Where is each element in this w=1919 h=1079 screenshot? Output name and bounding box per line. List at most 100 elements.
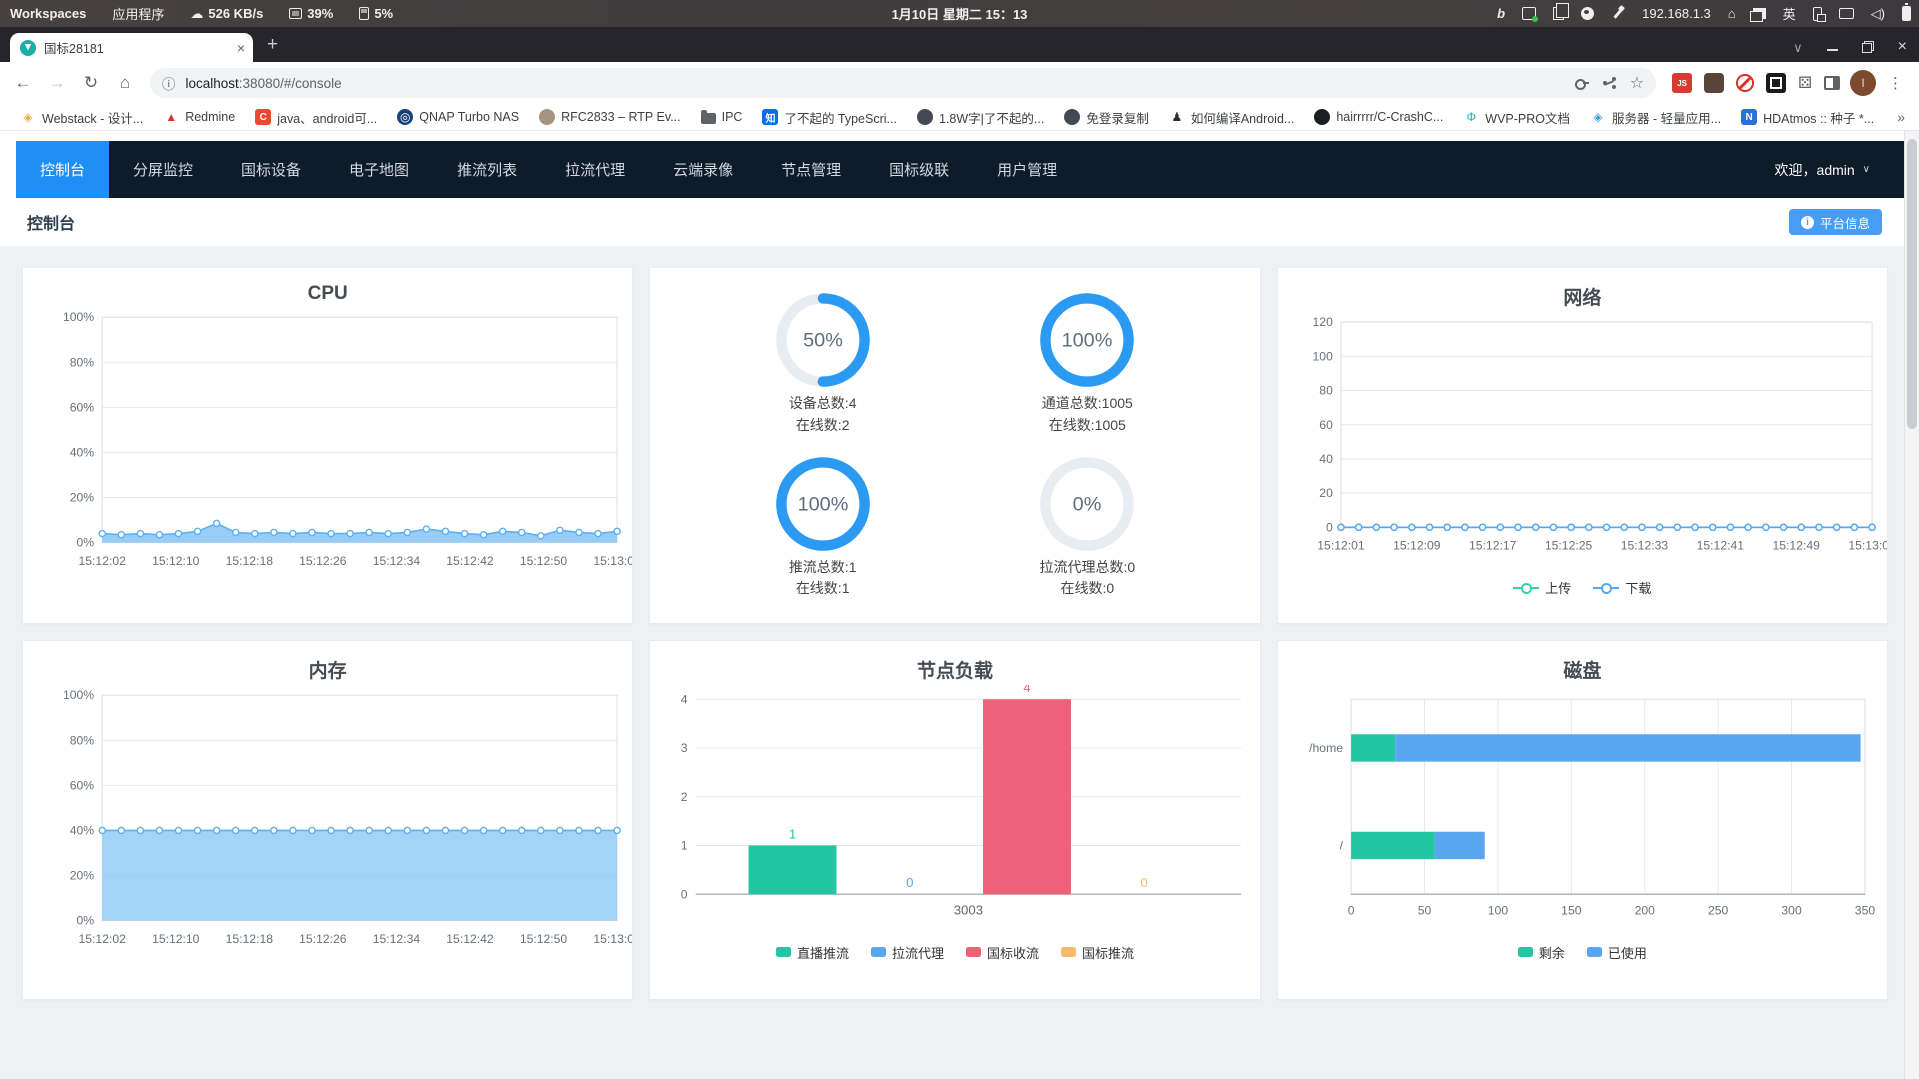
battery-icon[interactable] xyxy=(1902,3,1911,21)
minimize-button[interactable] xyxy=(1826,43,1838,51)
legend-line-marker xyxy=(1513,582,1540,594)
welcome-text: 欢迎，admin xyxy=(1774,161,1855,178)
workspaces-button[interactable]: Workspaces xyxy=(10,6,86,21)
legend-color-chip xyxy=(1517,947,1533,958)
scrollbar-thumb[interactable] xyxy=(1907,139,1917,429)
restore-button[interactable] xyxy=(1861,41,1874,53)
share-icon[interactable] xyxy=(1602,77,1616,90)
bookmark-item[interactable]: 1.8W字|了不起的... xyxy=(909,105,1052,130)
site-info-icon[interactable]: ⓘ xyxy=(162,73,176,93)
nav-tab-1[interactable]: 控制台 xyxy=(16,141,110,198)
platform-info-button[interactable]: i 平台信息 xyxy=(1788,209,1882,235)
bookmarks-bar: ◈ Webstack - 设计... ▲ Redmine Cjava、android可.… xyxy=(0,104,1919,131)
legend-item[interactable]: 国标收流 xyxy=(965,943,1039,962)
tab-search-icon[interactable]: ∨ xyxy=(1793,41,1803,54)
legend-item[interactable]: 直播推流 xyxy=(775,943,849,962)
content-header: 控制台 i 平台信息 xyxy=(0,198,1904,246)
user-menu[interactable]: 欢迎，admin ∨ xyxy=(1775,141,1904,198)
legend-item[interactable]: 下载 xyxy=(1593,578,1651,597)
legend-item[interactable]: 上传 xyxy=(1513,578,1571,597)
app-tray-icon[interactable] xyxy=(1581,7,1595,20)
nav-tab-2[interactable]: 分屏监控 xyxy=(109,141,217,198)
bookmark-label: Redmine xyxy=(185,110,236,124)
bookmark-item[interactable]: 知了不起的 TypeScri... xyxy=(754,105,905,130)
clipboard-tray-icon[interactable] xyxy=(1553,3,1570,20)
legend-item[interactable]: 已使用 xyxy=(1586,943,1647,962)
gauge-ring: 100% xyxy=(1040,293,1135,388)
extension-capture-icon[interactable] xyxy=(1766,73,1787,93)
nav-tab-8[interactable]: 节点管理 xyxy=(757,141,865,198)
bookmark-item[interactable]: N HDAtmos :: 种子 *... xyxy=(1733,105,1882,130)
back-button[interactable]: ← xyxy=(8,68,38,98)
nav-tab-3[interactable]: 国标设备 xyxy=(217,141,325,198)
extensions-puzzle-icon[interactable]: ⚄ xyxy=(1798,73,1812,93)
net-speed-indicator[interactable]: ☁ 526 KB/s xyxy=(190,6,263,22)
svg-text:80: 80 xyxy=(1319,384,1333,398)
address-bar[interactable]: ⓘ localhost:38080/#/console ☆ xyxy=(150,68,1657,98)
input-method-indicator[interactable]: 英 xyxy=(1783,4,1796,23)
bookmark-item[interactable]: ♟ 如何编译Android... xyxy=(1161,105,1303,130)
svg-text:/home: /home xyxy=(1309,741,1343,755)
page-scrollbar[interactable] xyxy=(1904,131,1919,1079)
profile-avatar[interactable]: I xyxy=(1850,70,1876,96)
zhihu-icon: 知 xyxy=(762,109,779,125)
svg-text:15:12:02: 15:12:02 xyxy=(79,932,127,946)
memory-chart: 0% 20% 40% 60% 80% 100% 15:12:02 15:12:10 15:12:… xyxy=(63,688,632,946)
bookmark-item[interactable]: Cjava、android可... xyxy=(247,105,385,130)
ip-indicator[interactable]: 192.168.1.3 xyxy=(1642,6,1711,21)
legend-item[interactable]: 剩余 xyxy=(1517,943,1565,962)
memory-indicator[interactable]: 5% xyxy=(359,6,393,21)
display-icon[interactable] xyxy=(1838,8,1854,19)
bookmark-item[interactable]: hairrrrr/C-CrashC... xyxy=(1306,106,1451,128)
windows-tray-icon[interactable] xyxy=(1749,8,1766,22)
new-tab-button[interactable]: + xyxy=(267,34,278,56)
disk-legend: 剩余 已使用 xyxy=(1278,943,1887,962)
nav-tab-4[interactable]: 电子地图 xyxy=(325,141,433,198)
close-window-button[interactable]: × xyxy=(1898,39,1907,55)
bookmark-item[interactable]: 免登录复制 xyxy=(1056,105,1157,130)
url-text: localhost:38080/#/console xyxy=(185,75,342,91)
extension-js-icon[interactable]: JS xyxy=(1672,73,1693,93)
extension-blocker-icon[interactable] xyxy=(1736,74,1755,92)
bookmark-item[interactable]: RFC2833 – RTP Ev... xyxy=(531,106,689,128)
page-title: 控制台 xyxy=(27,216,76,233)
nav-tab-10[interactable]: 用户管理 xyxy=(973,141,1081,198)
forward-button[interactable]: → xyxy=(42,68,72,98)
bookmark-star-icon[interactable]: ☆ xyxy=(1630,73,1644,93)
bookmarks-overflow-icon[interactable]: » xyxy=(1897,109,1919,125)
bookmark-item[interactable]: ◈ Webstack - 设计... xyxy=(12,105,151,130)
phone-link-icon[interactable] xyxy=(1812,6,1826,22)
volume-icon[interactable]: ◁) xyxy=(1871,6,1885,22)
bookmark-item[interactable]: IPC xyxy=(693,107,751,127)
nav-tab-7[interactable]: 云端录像 xyxy=(649,141,757,198)
bookmark-item[interactable]: ◈ 服务器 - 轻量应用... xyxy=(1582,105,1729,130)
network-chart-title: 网络 xyxy=(1563,288,1602,309)
bookmark-item[interactable]: ◎ QNAP Turbo NAS xyxy=(389,106,527,128)
bookmark-label: hairrrrr/C-CrashC... xyxy=(1336,110,1444,124)
nav-tab-6[interactable]: 拉流代理 xyxy=(541,141,649,198)
bing-tray-icon[interactable]: b xyxy=(1497,6,1505,21)
screenshot-tray-icon[interactable] xyxy=(1522,7,1539,22)
bookmark-item[interactable]: ▲ Redmine xyxy=(155,106,243,128)
home-button[interactable]: ⌂ xyxy=(110,68,140,98)
bookmark-item[interactable]: Φ WVP-PRO文档 xyxy=(1455,105,1578,130)
gauge: 100% 通道总数:1005 在线数:1005 xyxy=(955,280,1220,444)
tab-close-icon[interactable]: × xyxy=(237,40,245,56)
browser-tab[interactable]: 国标28181 × xyxy=(10,33,253,62)
home-tray-icon[interactable]: ⌂ xyxy=(1728,6,1736,21)
password-key-icon[interactable] xyxy=(1574,76,1589,90)
nav-tab-9[interactable]: 国标级联 xyxy=(865,141,973,198)
svg-text:20%: 20% xyxy=(70,491,95,505)
reload-button[interactable]: ↻ xyxy=(76,68,106,98)
tool-tray-icon[interactable] xyxy=(1611,7,1625,21)
legend-item[interactable]: 拉流代理 xyxy=(870,943,944,962)
legend-item[interactable]: 国标推流 xyxy=(1061,943,1134,962)
side-panel-icon[interactable] xyxy=(1824,76,1840,90)
extension-icon[interactable] xyxy=(1704,73,1725,93)
cpu-indicator[interactable]: 39% xyxy=(289,6,333,21)
nav-tab-5[interactable]: 推流列表 xyxy=(433,141,541,198)
svg-text:15:12:25: 15:12:25 xyxy=(1545,539,1593,553)
applications-menu[interactable]: 应用程序 xyxy=(112,4,164,23)
browser-menu-icon[interactable]: ⋮ xyxy=(1880,74,1911,92)
svg-text:15:12:41: 15:12:41 xyxy=(1696,539,1744,553)
